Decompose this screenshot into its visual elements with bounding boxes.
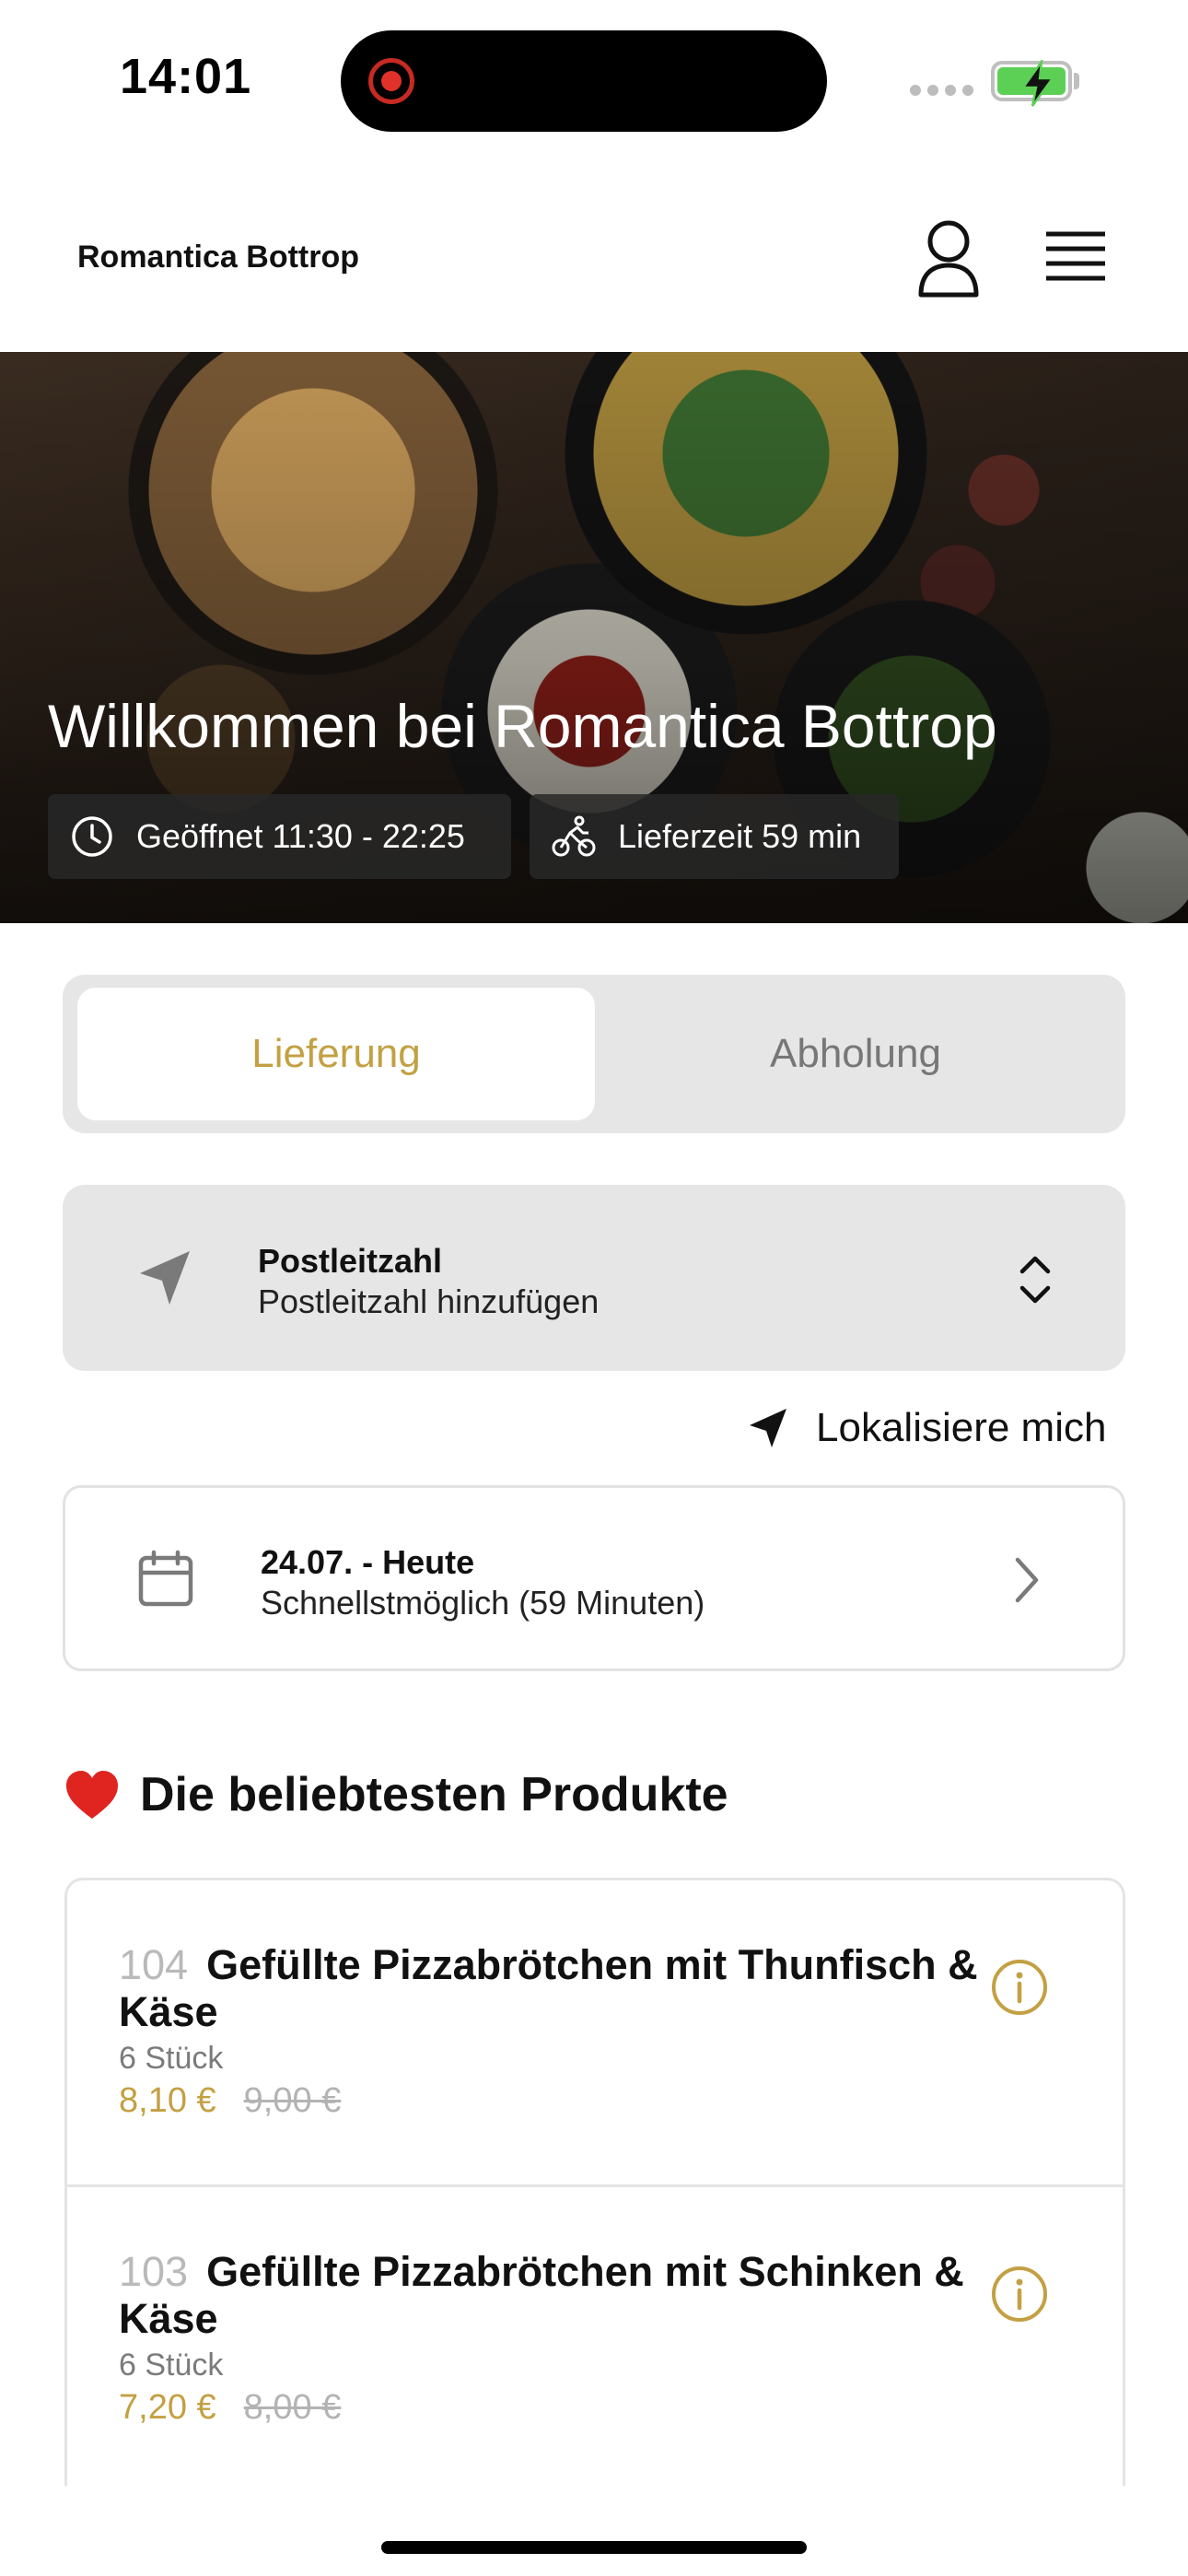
restaurant-name[interactable]: Romantica Bottrop <box>77 240 359 275</box>
person-icon <box>918 220 979 298</box>
home-indicator[interactable] <box>381 2541 807 2554</box>
info-icon[interactable] <box>990 1958 1049 2017</box>
profile-button[interactable] <box>912 217 985 300</box>
product-price: 7,20 € <box>119 2388 216 2427</box>
chevron-up-down-icon <box>1019 1256 1051 1304</box>
delivery-time-badge: Lieferzeit 59 min <box>530 794 899 879</box>
product-old-price: 9,00 € <box>243 2081 342 2120</box>
battery-icon <box>991 60 1072 107</box>
product-name: Gefüllte Pizzabrötchen mit Thunfisch & K… <box>119 1941 978 2035</box>
product-number: 103 <box>119 2248 189 2295</box>
opening-hours-badge: Geöffnet 11:30 - 22:25 <box>48 794 511 879</box>
menu-button[interactable] <box>1039 227 1112 291</box>
product-description: 6 Stück <box>119 2348 224 2383</box>
product-price-row: 8,10 € 9,00 € <box>119 2081 341 2121</box>
delivery-time-option: Schnellstmöglich (59 Minuten) <box>261 1584 705 1622</box>
calendar-icon <box>138 1550 193 1607</box>
product-number: 104 <box>119 1941 189 1988</box>
postcode-label: Postleitzahl <box>258 1242 443 1280</box>
tab-pickup[interactable]: Abholung <box>597 988 1114 1120</box>
popular-products-heading: Die beliebtesten Produkte <box>64 1767 728 1822</box>
dynamic-island <box>341 30 827 132</box>
popular-products-title: Die beliebtesten Produkte <box>140 1768 728 1821</box>
product-list: 104 Gefüllte Pizzabrötchen mit Thunfisch … <box>64 1878 1125 2486</box>
order-mode-toggle: Lieferung Abholung <box>63 975 1125 1133</box>
product-old-price: 8,00 € <box>243 2388 342 2427</box>
navigation-arrow-icon <box>750 1409 786 1447</box>
product-title: 103 Gefüllte Pizzabrötchen mit Schinken &… <box>119 2248 1031 2342</box>
hero-banner: Willkommen bei Romantica Bottrop Geöffne… <box>0 352 1188 923</box>
product-title: 104 Gefüllte Pizzabrötchen mit Thunfisch … <box>119 1941 1031 2035</box>
product-price-row: 7,20 € 8,00 € <box>119 2388 341 2428</box>
status-time: 14:01 <box>120 49 252 104</box>
app-header: Romantica Bottrop <box>0 166 1188 352</box>
signal-icon <box>910 85 973 96</box>
product-price: 8,10 € <box>119 2081 216 2120</box>
product-card[interactable]: 103 Gefüllte Pizzabrötchen mit Schinken &… <box>67 2184 1123 2486</box>
product-description: 6 Stück <box>119 2041 224 2076</box>
delivery-date: 24.07. - Heute <box>261 1543 475 1581</box>
hamburger-menu-icon <box>1046 231 1105 281</box>
recording-indicator-icon <box>368 58 414 104</box>
delivery-time-selector[interactable]: 24.07. - Heute Schnellstmöglich (59 Minu… <box>63 1485 1125 1671</box>
delivery-time-text: Lieferzeit 59 min <box>618 817 862 855</box>
locate-me-button[interactable]: Lokalisiere mich <box>748 1400 1106 1456</box>
locate-me-label: Lokalisiere mich <box>816 1405 1107 1450</box>
postcode-selector[interactable]: Postleitzahl Postleitzahl hinzufügen <box>63 1185 1125 1371</box>
heart-icon <box>66 1771 118 1819</box>
product-card[interactable]: 104 Gefüllte Pizzabrötchen mit Thunfisch … <box>67 1880 1123 2184</box>
tab-delivery[interactable]: Lieferung <box>77 988 595 1120</box>
battery-tip <box>1074 73 1079 89</box>
location-arrow-icon <box>140 1251 190 1305</box>
clock-icon <box>72 816 112 857</box>
bicycle-rider-icon <box>552 815 596 857</box>
chevron-right-icon <box>1015 1557 1039 1603</box>
product-name: Gefüllte Pizzabrötchen mit Schinken & Kä… <box>119 2248 964 2342</box>
opening-hours-text: Geöffnet 11:30 - 22:25 <box>136 817 465 855</box>
hero-title: Willkommen bei Romantica Bottrop <box>48 692 997 760</box>
postcode-input[interactable]: Postleitzahl hinzufügen <box>258 1282 599 1321</box>
info-icon[interactable] <box>990 2265 1049 2324</box>
status-bar: 14:01 <box>0 0 1188 166</box>
